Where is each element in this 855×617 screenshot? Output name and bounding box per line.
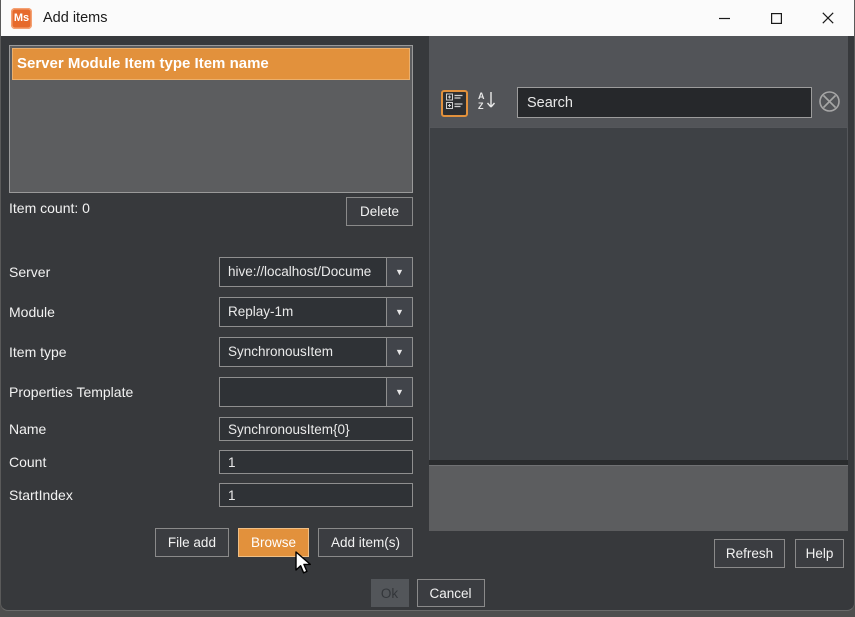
add-items-dialog: Ms Add items Server Module Item type Ite…	[0, 0, 855, 611]
browse-button[interactable]: Browse	[237, 528, 309, 557]
item-type-label: Item type	[9, 344, 67, 360]
right-panel-bottom-bar: Refresh Help	[429, 531, 848, 576]
window-title: Add items	[43, 10, 108, 26]
maximize-button[interactable]	[750, 0, 802, 36]
left-panel: Server Module Item type Item name Item c…	[1, 36, 421, 576]
add-items-button[interactable]: Add item(s)	[317, 528, 413, 557]
cancel-button[interactable]: Cancel	[416, 579, 485, 607]
search-box	[517, 87, 812, 118]
start-index-label: StartIndex	[9, 487, 73, 503]
chevron-down-icon: ▼	[386, 298, 412, 326]
add-item-form: Server hive://localhost/Docume ▼ Module …	[9, 257, 413, 557]
maximize-icon	[770, 12, 782, 24]
minimize-icon	[718, 13, 730, 24]
server-label: Server	[9, 264, 51, 280]
item-preview-panel	[429, 465, 848, 531]
module-row: Module Replay-1m ▼	[9, 297, 413, 327]
right-panel: A Z Search Refresh Help	[429, 36, 848, 576]
dialog-footer: Ok Cancel	[1, 576, 854, 610]
server-browse-tree[interactable]	[429, 127, 848, 460]
chevron-down-icon: ▼	[386, 378, 412, 406]
name-label: Name	[9, 421, 47, 437]
search-input[interactable]	[518, 94, 811, 111]
items-list-header: Server Module Item type Item name	[12, 48, 410, 80]
server-dropdown-value: hive://localhost/Docume	[228, 264, 372, 279]
main-area: Server Module Item type Item name Item c…	[1, 36, 854, 576]
action-buttons: File add Browse Add item(s)	[9, 528, 413, 557]
svg-text:A: A	[478, 91, 485, 101]
name-row: Name	[9, 417, 413, 441]
minimize-button[interactable]	[698, 0, 750, 36]
count-row: Item count: 0 Delete	[9, 197, 413, 226]
item-count-label: Item count: 0	[9, 200, 90, 216]
properties-template-dropdown[interactable]: ▼	[219, 377, 413, 407]
sort-az-icon: A Z	[476, 90, 498, 117]
properties-template-label: Properties Template	[9, 384, 134, 400]
delete-button[interactable]: Delete	[346, 197, 413, 226]
module-dropdown-value: Replay-1m	[228, 304, 294, 319]
titlebar: Ms Add items	[1, 0, 854, 36]
name-input[interactable]	[219, 417, 413, 441]
count-field-row: Count	[9, 450, 413, 474]
tree-view-icon	[446, 93, 463, 115]
server-row: Server hive://localhost/Docume ▼	[9, 257, 413, 287]
browse-toolbar: A Z	[429, 36, 848, 127]
add-items-window: Ms Add items Server Module Item type Ite…	[0, 0, 855, 617]
file-add-button[interactable]: File add	[154, 528, 229, 557]
help-button[interactable]: Help	[795, 539, 844, 568]
app-logo-icon: Ms	[11, 7, 32, 29]
properties-template-row: Properties Template ▼	[9, 377, 413, 407]
chevron-down-icon: ▼	[386, 258, 412, 286]
properties-template-dropdown-value	[220, 378, 386, 406]
clear-search-icon	[818, 90, 841, 118]
module-label: Module	[9, 304, 55, 320]
tree-view-toggle-button[interactable]	[441, 90, 468, 117]
sort-az-button[interactable]: A Z	[473, 90, 501, 117]
count-input[interactable]	[219, 450, 413, 474]
item-type-dropdown-value: SynchronousItem	[228, 344, 334, 359]
clear-search-button[interactable]	[815, 89, 843, 118]
count-label: Count	[9, 454, 47, 470]
start-index-input[interactable]	[219, 483, 413, 507]
item-type-dropdown[interactable]: SynchronousItem ▼	[219, 337, 413, 367]
selected-items-list[interactable]: Server Module Item type Item name	[9, 45, 413, 193]
module-dropdown[interactable]: Replay-1m ▼	[219, 297, 413, 327]
close-icon	[822, 12, 834, 24]
item-type-row: Item type SynchronousItem ▼	[9, 337, 413, 367]
svg-text:Z: Z	[478, 101, 484, 111]
close-button[interactable]	[802, 0, 854, 36]
window-controls	[698, 0, 854, 36]
ok-button: Ok	[370, 579, 409, 607]
chevron-down-icon: ▼	[386, 338, 412, 366]
refresh-button[interactable]: Refresh	[714, 539, 785, 568]
server-dropdown[interactable]: hive://localhost/Docume ▼	[219, 257, 413, 287]
start-index-row: StartIndex	[9, 483, 413, 507]
